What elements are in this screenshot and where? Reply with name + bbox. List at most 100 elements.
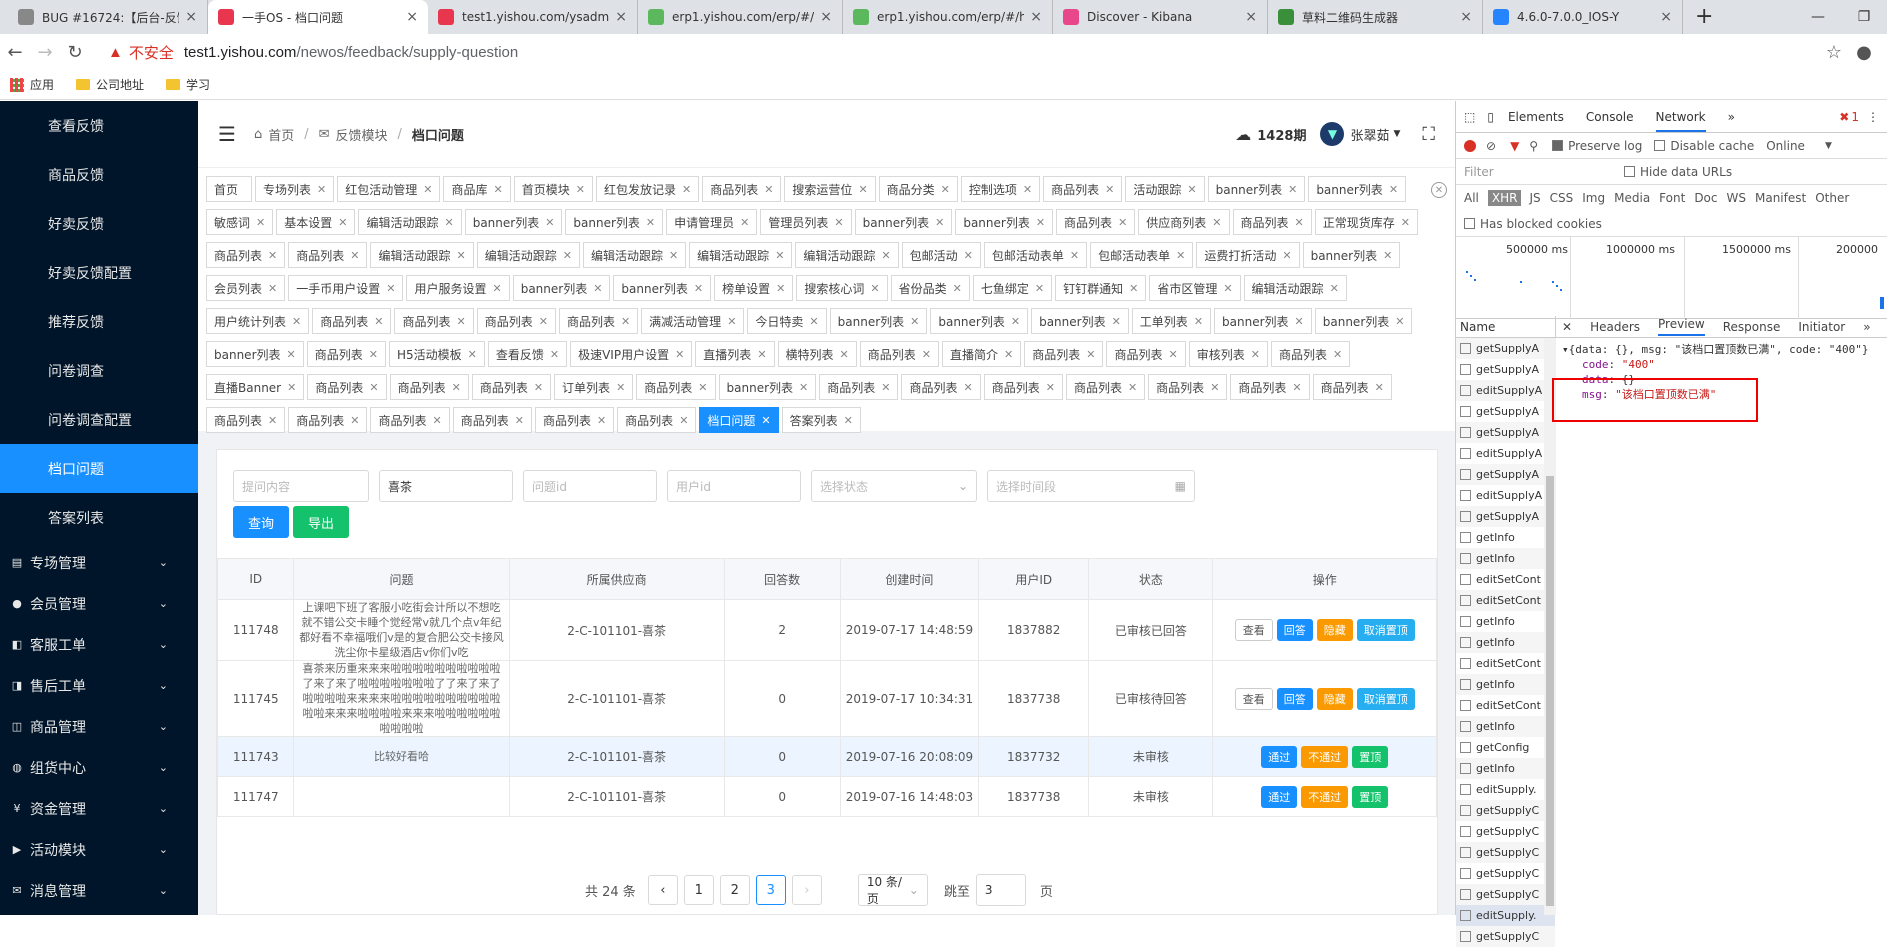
close-icon[interactable]: ✕ — [764, 183, 773, 196]
tag-item[interactable]: 商品列表 ✕ — [288, 407, 368, 433]
close-icon[interactable]: ✕ — [1194, 315, 1203, 328]
tag-item[interactable]: banner列表 ✕ — [854, 209, 953, 235]
close-icon[interactable]: ✕ — [858, 183, 867, 196]
tag-item[interactable]: 商品列表 ✕ — [452, 407, 532, 433]
close-icon[interactable]: ✕ — [935, 216, 944, 229]
type-filter[interactable]: Doc — [1694, 191, 1717, 205]
sidebar-item[interactable]: 好卖反馈 — [0, 199, 198, 248]
type-filter[interactable]: JS — [1529, 191, 1540, 205]
browser-tab[interactable]: BUG #16724:【后台-反馈 × — [8, 0, 208, 34]
close-icon[interactable]: ✕ — [1129, 282, 1138, 295]
request-row[interactable]: getSupplyA — [1456, 338, 1555, 359]
error-icon[interactable]: ✖ — [1839, 110, 1849, 124]
cloud-download-icon[interactable]: ☁ — [1235, 125, 1251, 144]
tag-item[interactable]: banner列表 ✕ — [829, 308, 928, 334]
tag-item[interactable]: 查看反馈 ✕ — [487, 341, 568, 367]
close-icon[interactable]: ✕ — [386, 282, 395, 295]
close-icon[interactable]: ✕ — [1251, 348, 1260, 361]
sidebar-item[interactable]: 商品反馈 — [0, 150, 198, 199]
tag-item[interactable]: banner列表 ✕ — [930, 308, 1029, 334]
bookmark-apps[interactable]: 应用 — [10, 76, 54, 93]
close-icon[interactable]: ✕ — [616, 381, 625, 394]
close-icon[interactable]: ✕ — [1118, 216, 1127, 229]
tag-item[interactable]: 直播简介 ✕ — [942, 341, 1022, 367]
close-icon[interactable]: ✕ — [621, 315, 630, 328]
date-range-picker[interactable]: 选择时间段 ▦ — [987, 470, 1195, 502]
action-button[interactable]: 不通过 — [1301, 745, 1349, 768]
tag-item[interactable]: 商品列表 ✕ — [206, 407, 286, 433]
action-button[interactable]: 不通过 — [1301, 785, 1349, 808]
sidebar-group[interactable]: ◨ 售后工单 ⌄ — [0, 665, 198, 706]
request-row[interactable]: getSupplyC — [1456, 842, 1555, 863]
preserve-log-checkbox[interactable] — [1552, 140, 1564, 151]
close-icon[interactable]: ✕ — [539, 315, 548, 328]
close-icon[interactable]: ✕ — [374, 315, 383, 328]
sidebar-group[interactable]: ◫ 商品管理 ⌄ — [0, 706, 198, 747]
close-icon[interactable]: ✕ — [468, 348, 477, 361]
tag-item[interactable]: 商品列表 ✕ — [1232, 209, 1312, 235]
tag-item[interactable]: 商品库 ✕ — [443, 176, 511, 202]
question-input[interactable]: 提问内容 — [233, 470, 369, 502]
tag-item[interactable]: 省市区管理 ✕ — [1149, 275, 1241, 301]
request-row[interactable]: getInfo — [1456, 527, 1555, 548]
tab-response[interactable]: Response — [1723, 320, 1781, 334]
tag-item[interactable]: H5活动模板 ✕ — [388, 341, 485, 367]
close-icon[interactable]: ✕ — [563, 249, 572, 262]
chevron-down-icon[interactable]: ▼ — [1393, 129, 1400, 139]
tag-item[interactable]: 编辑活动跟踪 ✕ — [1243, 275, 1347, 301]
action-button[interactable]: 隐藏 — [1316, 687, 1353, 710]
supplier-input[interactable]: 喜茶 — [379, 470, 513, 502]
tag-item[interactable]: 商品列表 ✕ — [1024, 341, 1104, 367]
close-icon[interactable]: ✕ — [1330, 282, 1339, 295]
tab-initiator[interactable]: Initiator — [1798, 320, 1845, 334]
close-icon[interactable]: ✕ — [776, 282, 785, 295]
close-icon[interactable]: ✕ — [809, 315, 818, 328]
browser-tab[interactable]: 草料二维码生成器 × — [1268, 0, 1483, 34]
action-button[interactable]: 通过 — [1261, 785, 1298, 808]
tag-item[interactable]: 商品列表 ✕ — [1148, 374, 1228, 400]
close-icon[interactable]: ✕ — [444, 216, 453, 229]
status-select[interactable]: 选择状态 ⌄ — [811, 470, 977, 502]
tag-item[interactable]: 商品列表 ✕ — [394, 308, 474, 334]
tag-item[interactable]: 商品列表 ✕ — [476, 308, 556, 334]
tag-item[interactable]: 商品列表 ✕ — [983, 374, 1063, 400]
request-row[interactable]: editSupplyA — [1456, 380, 1555, 401]
back-icon[interactable]: ← — [0, 42, 30, 63]
type-filter[interactable]: All — [1464, 191, 1479, 205]
tag-item[interactable]: 极速VIP用户设置 ✕ — [570, 341, 693, 367]
tag-item[interactable]: 包邮活动表单 ✕ — [1090, 242, 1194, 268]
tag-item[interactable]: 运费打折活动 ✕ — [1196, 242, 1300, 268]
close-icon[interactable]: ✕ — [675, 348, 684, 361]
scrollbar-thumb[interactable] — [1546, 476, 1554, 906]
close-icon[interactable]: ✕ — [494, 183, 503, 196]
sidebar-group[interactable]: ● 会员管理 ⌄ — [0, 583, 198, 624]
close-icon[interactable]: × — [406, 9, 418, 25]
close-icon[interactable]: ✕ — [694, 282, 703, 295]
user-id-input[interactable]: 用户id — [667, 470, 801, 502]
action-button[interactable]: 置顶 — [1352, 785, 1389, 808]
inspect-icon[interactable]: ⬚ — [1464, 110, 1475, 124]
close-icon[interactable]: ✕ — [317, 183, 326, 196]
tag-item[interactable]: 商品列表 ✕ — [901, 374, 981, 400]
close-icon[interactable]: ✕ — [593, 282, 602, 295]
request-row[interactable]: getSupplyA — [1456, 506, 1555, 527]
blocked-cookies-checkbox[interactable] — [1464, 218, 1475, 229]
tag-item[interactable]: 首页模块 ✕ — [513, 176, 593, 202]
tag-item[interactable]: 编辑活动跟踪 ✕ — [476, 242, 580, 268]
more-tabs-icon[interactable]: » — [1728, 110, 1735, 124]
browser-tab[interactable]: 4.6.0-7.0.0_IOS-Y × — [1483, 0, 1683, 34]
sidebar-group[interactable]: ✉ 消息管理 ⌄ — [0, 870, 198, 911]
tag-item[interactable]: 答案列表 ✕ — [781, 407, 861, 433]
sidebar-group[interactable]: ◍ 组货中心 ⌄ — [0, 747, 198, 788]
close-icon[interactable]: ✕ — [1187, 183, 1196, 196]
close-icon[interactable]: ✕ — [964, 249, 973, 262]
action-button[interactable]: 查看 — [1234, 619, 1273, 641]
close-icon[interactable]: × — [1030, 9, 1042, 25]
close-icon[interactable]: ✕ — [534, 381, 543, 394]
sidebar-group[interactable]: ¥ 资金管理 ⌄ — [0, 788, 198, 829]
close-icon[interactable]: × — [615, 9, 627, 25]
tag-item[interactable]: 申请管理员 ✕ — [666, 209, 758, 235]
close-icon[interactable]: ✕ — [1105, 183, 1114, 196]
forward-icon[interactable]: → — [30, 42, 60, 63]
close-all-tags-icon[interactable]: ✕ — [1431, 182, 1447, 198]
